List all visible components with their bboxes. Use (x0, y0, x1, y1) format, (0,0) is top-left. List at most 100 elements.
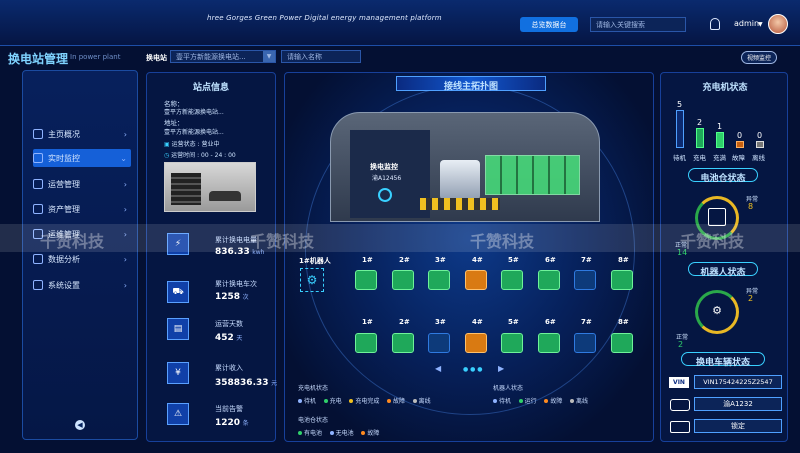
charger-slot[interactable] (465, 270, 487, 290)
sidebar-item-operation[interactable]: 运营管理 › (33, 175, 131, 193)
sidebar-item-label: 资产管理 (48, 204, 80, 214)
stat-unit: 条 (242, 420, 249, 427)
avatar[interactable] (768, 14, 788, 34)
user-name[interactable]: admin (734, 19, 759, 28)
swap-icon (378, 188, 392, 202)
legend-dot (518, 399, 523, 403)
vehicle-status-title: 换电车辆状态 (695, 358, 750, 368)
station-photo-building (171, 173, 201, 205)
legend-label: 故障 (367, 430, 380, 437)
battery-slot[interactable] (501, 333, 523, 353)
stat-value: 358836.33 (215, 378, 269, 388)
charger-slot[interactable] (538, 270, 560, 290)
station-photo-car (209, 191, 241, 201)
legend-dot (493, 399, 497, 403)
legend-dot (298, 431, 302, 435)
charger-slot[interactable] (392, 270, 414, 290)
plate-value: 渝A1232 (694, 397, 782, 411)
charger-bar (696, 128, 704, 148)
carousel-next-icon[interactable]: ▶ (498, 364, 504, 373)
dashboard-button[interactable]: 总览数据台 (520, 17, 578, 32)
station-status-value: 营业中 (201, 141, 220, 148)
bay-label: 1# (362, 256, 373, 264)
station-time-label: 运营时间 (171, 152, 196, 159)
charger-slot[interactable] (355, 270, 377, 290)
battery-slot[interactable] (465, 333, 487, 353)
station-select[interactable]: 壹平方新能源换电站... ▼ (170, 50, 276, 63)
robot-arm-icon: ⚙ (712, 304, 722, 317)
sidebar-item-label: 主页概况 (48, 129, 80, 139)
lock-value: 锁定 (694, 419, 782, 433)
chevron-down-icon: ▼ (263, 51, 275, 62)
robot-icon[interactable]: ⚙ (300, 268, 324, 292)
chevron-right-icon: › (123, 204, 127, 214)
robot-status-title: 机器人状态 (700, 268, 746, 278)
battery-slot[interactable] (538, 333, 560, 353)
legend-dot (323, 399, 328, 403)
dashboard-button-label: 总览数据台 (531, 20, 567, 29)
legend-charger-title: 充电机状态 (298, 385, 329, 392)
battery-status-title: 电池仓状态 (700, 174, 746, 184)
search-input[interactable]: 请输入关键搜索 (590, 17, 686, 32)
watermark: 千赞科技 (680, 232, 745, 251)
sidebar-item-label: 系统设置 (48, 280, 80, 290)
charger-slot[interactable] (574, 270, 596, 290)
stat-value-row: 358836.33 元 (215, 378, 277, 388)
sidebar-item-home[interactable]: 主页概况 › (33, 125, 131, 143)
assets-icon (33, 204, 43, 214)
chevron-down-icon[interactable]: ▼ (758, 21, 763, 28)
chart-icon (33, 254, 43, 264)
watermark: 千赞科技 (250, 232, 315, 251)
bell-icon[interactable] (710, 18, 720, 30)
stat-value-row: 1220 条 (215, 418, 249, 428)
stat-icon-calendar: ▤ (167, 318, 189, 340)
bay-label: 6# (545, 318, 556, 326)
station-filter-label: 换电站 (146, 54, 167, 62)
charger-count: 0 (737, 131, 743, 140)
sidebar-item-settings[interactable]: 系统设置 › (33, 276, 131, 294)
bay-label: 3# (435, 256, 446, 264)
bay-label: 2# (399, 318, 410, 326)
legend-dot (298, 399, 302, 403)
chevron-down-icon: ⌄ (120, 153, 127, 163)
stat-icon-alarm: ⚠ (167, 403, 189, 425)
legend-charger: 待机 充电 充电完成 故障 离线 (298, 396, 431, 405)
battery-slot[interactable] (428, 333, 450, 353)
truck (440, 160, 480, 200)
sidebar-item-analysis[interactable]: 数据分析 › (33, 250, 131, 268)
stat-label: 累计换电车次 (215, 280, 257, 288)
legend-label: 故障 (392, 398, 405, 405)
carousel-prev-icon[interactable]: ◀ (435, 364, 441, 373)
charger-label: 充电 (693, 154, 706, 162)
name-input[interactable]: 请输入名称 (281, 50, 361, 63)
stat-unit: 次 (242, 294, 249, 301)
legend-battery: 有电池 无电池 故障 (298, 428, 379, 437)
legend-label: 无电池 (335, 430, 354, 437)
sidebar-item-assets[interactable]: 资产管理 › (33, 200, 131, 218)
watermark: 千赞科技 (40, 232, 105, 251)
sidebar-item-label: 数据分析 (48, 254, 80, 264)
sidebar-item-realtime[interactable]: 实时监控 ⌄ (33, 149, 131, 167)
bay-label: 4# (472, 256, 483, 264)
legend-label: 充电 (329, 398, 342, 405)
station-time-value: 00 - 24 : 00 (201, 152, 236, 159)
charger-slot[interactable] (501, 270, 523, 290)
battery-slot[interactable] (392, 333, 414, 353)
stat-icon-truck: ⛟ (167, 281, 189, 303)
status-icon: ▣ (164, 141, 172, 148)
charger-bar (716, 132, 724, 148)
charger-slot[interactable] (611, 270, 633, 290)
video-monitor-button[interactable]: 视频监控 (741, 51, 777, 64)
legend-label: 充电完成 (355, 398, 380, 405)
battery-slot[interactable] (611, 333, 633, 353)
carousel-dots[interactable]: ● ● ● (463, 366, 483, 373)
vin-text: VIN175424225Z2547 (703, 378, 773, 386)
plate-text: 渝A1232 (723, 400, 753, 408)
charger-count: 2 (697, 118, 703, 127)
battery-slot[interactable] (574, 333, 596, 353)
charger-label: 故障 (732, 154, 745, 162)
battery-slot[interactable] (355, 333, 377, 353)
collapse-button[interactable]: ◀ (75, 420, 85, 430)
charger-slot[interactable] (428, 270, 450, 290)
lock-text: 锁定 (731, 422, 745, 430)
